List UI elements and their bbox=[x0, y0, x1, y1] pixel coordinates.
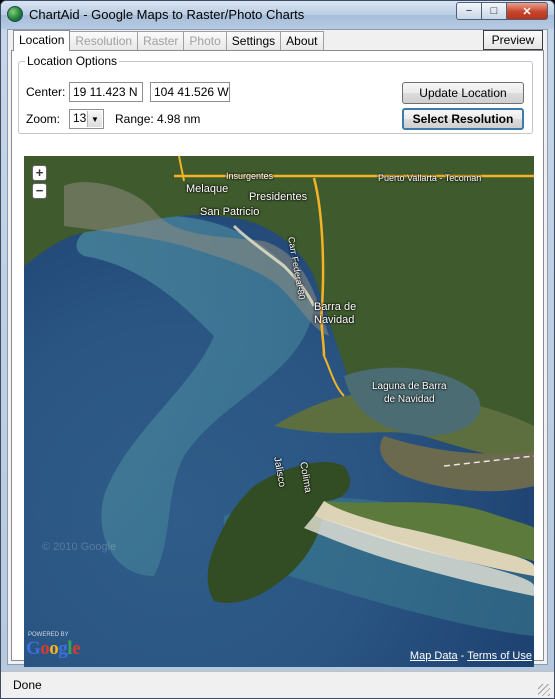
label-san-patricio: San Patricio bbox=[200, 206, 260, 218]
window-title: ChartAid - Google Maps to Raster/Photo C… bbox=[29, 7, 305, 22]
resize-grip-icon[interactable] bbox=[538, 684, 550, 696]
satellite-imagery bbox=[24, 156, 534, 667]
location-panel: Location Options Center: 19 11.423 N 104… bbox=[11, 50, 544, 667]
footer-separator: - bbox=[457, 650, 468, 662]
close-button[interactable]: ✕ bbox=[506, 2, 548, 20]
client-area: Location Resolution Raster Photo Setting… bbox=[7, 29, 548, 667]
globe-icon bbox=[7, 6, 23, 22]
app-window: ChartAid - Google Maps to Raster/Photo C… bbox=[0, 0, 555, 699]
map-data-link[interactable]: Map Data bbox=[410, 650, 458, 662]
label-laguna-2: de Navidad bbox=[384, 394, 435, 405]
terms-of-use-link[interactable]: Terms of Use bbox=[467, 650, 532, 662]
latitude-field[interactable]: 19 11.423 N bbox=[69, 82, 143, 102]
tab-photo: Photo bbox=[183, 31, 227, 50]
group-legend: Location Options bbox=[25, 54, 120, 68]
map-zoom-control: + − bbox=[32, 165, 47, 199]
zoom-label: Zoom: bbox=[26, 112, 61, 126]
chevron-down-icon[interactable]: ▼ bbox=[87, 111, 102, 127]
google-logo[interactable]: Google bbox=[26, 638, 80, 660]
label-insurgentes: Insurgentes bbox=[226, 171, 274, 181]
zoom-in-icon[interactable]: + bbox=[32, 165, 47, 181]
label-melaque: Melaque bbox=[186, 183, 229, 195]
tab-raster: Raster bbox=[137, 31, 185, 50]
tab-strip: Location Resolution Raster Photo Setting… bbox=[13, 30, 324, 51]
zoom-select[interactable]: 13 ▼ bbox=[69, 109, 104, 129]
longitude-field[interactable]: 104 41.526 W bbox=[150, 82, 230, 102]
tab-location[interactable]: Location bbox=[13, 30, 71, 51]
center-label: Center: bbox=[26, 85, 66, 99]
minimize-button[interactable]: − bbox=[456, 2, 482, 20]
update-location-button[interactable]: Update Location bbox=[402, 82, 524, 104]
status-bar: Done bbox=[1, 671, 554, 698]
zoom-out-icon[interactable]: − bbox=[32, 183, 47, 199]
zoom-value: 13 bbox=[73, 111, 87, 125]
label-barra-de-navidad-2: Navidad bbox=[314, 314, 355, 326]
tab-about[interactable]: About bbox=[280, 31, 324, 50]
map-view[interactable]: Melaque Insurgentes Presidentes San Patr… bbox=[24, 156, 534, 667]
range-text: Range: 4.98 nm bbox=[115, 112, 201, 126]
select-resolution-button[interactable]: Select Resolution bbox=[402, 108, 524, 130]
map-watermark: © 2010 Google bbox=[42, 541, 117, 553]
label-laguna: Laguna de Barra bbox=[372, 381, 447, 392]
title-bar[interactable]: ChartAid - Google Maps to Raster/Photo C… bbox=[1, 1, 554, 29]
label-presidentes: Presidentes bbox=[249, 191, 308, 203]
map-footer: Map Data - Terms of Use bbox=[410, 650, 532, 662]
location-options-group: Location Options Center: 19 11.423 N 104… bbox=[18, 54, 533, 134]
label-barra-de-navidad: Barra de bbox=[314, 301, 357, 313]
preview-button[interactable]: Preview bbox=[483, 30, 543, 50]
label-puerto-vallarta-tecoman: Puerto Vallarta - Tecoman bbox=[378, 173, 482, 183]
status-text: Done bbox=[13, 678, 42, 692]
tab-settings[interactable]: Settings bbox=[225, 31, 282, 50]
maximize-button[interactable]: □ bbox=[481, 2, 507, 20]
tab-resolution: Resolution bbox=[69, 31, 139, 50]
